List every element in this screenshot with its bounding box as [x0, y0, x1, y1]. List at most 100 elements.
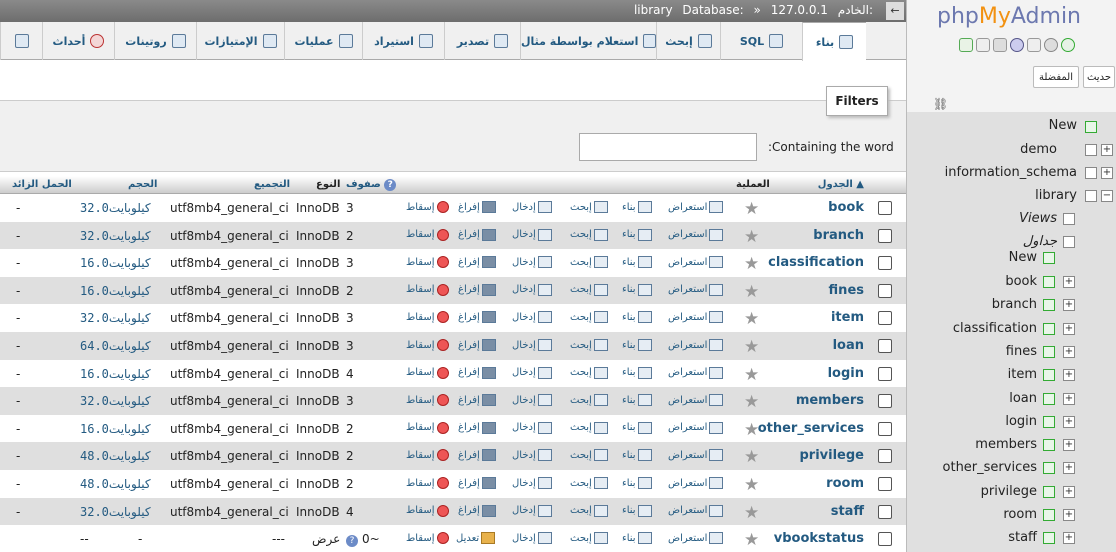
structure-action[interactable]: بناء [622, 504, 652, 517]
filter-input[interactable] [579, 133, 757, 161]
tab-sql[interactable]: SQL [720, 22, 802, 60]
structure-action[interactable]: بناء [622, 201, 652, 213]
drop-action[interactable]: إسقاط [406, 421, 449, 434]
browse-action[interactable]: استعراض [668, 256, 724, 269]
search-action[interactable]: إبحث [570, 394, 608, 407]
search-action[interactable]: إبحث [570, 283, 608, 296]
tree-table-item[interactable]: classification [953, 321, 1037, 336]
structure-action[interactable]: بناء [622, 283, 652, 296]
insert-action[interactable]: إدخال [512, 339, 552, 351]
tab-export[interactable]: تصدير [444, 22, 520, 60]
tree-table-item[interactable]: room [1003, 507, 1037, 522]
insert-action[interactable]: إدخال [512, 532, 552, 545]
expand-icon[interactable]: + [1101, 167, 1113, 179]
structure-action[interactable]: بناء [622, 394, 652, 407]
browse-action[interactable]: استعراض [668, 201, 724, 213]
tree-table-item[interactable]: item [1008, 367, 1037, 382]
insert-action[interactable]: إدخال [512, 256, 552, 269]
favorite-star-icon[interactable]: ★ [744, 199, 759, 219]
drop-action[interactable]: إسقاط [406, 256, 449, 269]
collapse-nav-button[interactable]: ← [886, 2, 904, 20]
tree-db-information-schema[interactable]: information_schema [945, 165, 1077, 180]
row-checkbox[interactable] [878, 256, 892, 271]
expand-icon[interactable]: + [1063, 322, 1075, 335]
gear-icon[interactable] [1044, 38, 1058, 52]
table-name-link[interactable]: fines [829, 283, 864, 298]
expand-icon[interactable]: + [1063, 276, 1075, 288]
favorite-star-icon[interactable]: ★ [744, 337, 759, 357]
insert-action[interactable]: إدخال [512, 201, 552, 213]
search-action[interactable]: إبحث [570, 449, 608, 462]
tab-query[interactable]: استعلام بواسطة مثال [520, 22, 656, 60]
empty-action[interactable]: إفراغ [458, 228, 496, 241]
header-size[interactable]: الحجم [128, 179, 157, 190]
browse-action[interactable]: استعراض [668, 504, 724, 517]
drop-action[interactable]: إسقاط [406, 311, 449, 324]
row-checkbox[interactable] [878, 477, 892, 491]
structure-action[interactable]: بناء [622, 228, 652, 241]
tab-structure[interactable]: بناء [802, 22, 866, 61]
row-checkbox[interactable] [878, 394, 892, 409]
tree-new-db[interactable]: New [1049, 118, 1077, 133]
insert-action[interactable]: إدخال [512, 283, 552, 296]
drop-action[interactable]: إسقاط [406, 504, 449, 517]
favorite-star-icon[interactable]: ★ [744, 282, 759, 302]
search-action[interactable]: إبحث [570, 228, 608, 241]
drop-action[interactable]: إسقاط [406, 201, 449, 213]
expand-icon[interactable]: + [1063, 439, 1075, 452]
expand-icon[interactable]: + [1063, 485, 1075, 498]
search-action[interactable]: إبحث [570, 339, 608, 351]
tree-table-item[interactable]: privilege [981, 484, 1037, 499]
favorites-tab[interactable]: المفضلة [1033, 66, 1079, 88]
tree-tables[interactable]: جداول [1023, 234, 1057, 249]
insert-action[interactable]: إدخال [512, 228, 552, 241]
search-action[interactable]: إبحث [570, 477, 608, 489]
search-action[interactable]: إبحث [570, 201, 608, 213]
table-name-link[interactable]: privilege [800, 448, 865, 463]
header-table[interactable]: الجدول ▲ [818, 179, 864, 190]
table-name-link[interactable]: vbookstatus [774, 531, 864, 546]
table-name-link[interactable]: branch [813, 228, 864, 243]
favorite-star-icon[interactable]: ★ [744, 309, 759, 329]
link-icon[interactable]: ⛓ [933, 97, 948, 111]
table-name-link[interactable]: room [826, 476, 864, 491]
browse-action[interactable]: استعراض [668, 339, 724, 351]
drop-action[interactable]: إسقاط [406, 339, 449, 351]
table-name-link[interactable]: item [831, 310, 864, 325]
empty-action[interactable]: إفراغ [458, 504, 496, 517]
tree-table-item[interactable]: other_services [943, 460, 1037, 475]
drop-action[interactable]: إسقاط [406, 283, 449, 296]
tab-operations[interactable]: عمليات [284, 22, 362, 60]
empty-action[interactable]: إفراغ [458, 201, 496, 213]
expand-icon[interactable]: + [1063, 369, 1075, 382]
expand-icon[interactable]: + [1063, 345, 1075, 358]
row-checkbox[interactable] [878, 504, 892, 519]
browse-action[interactable]: استعراض [668, 394, 724, 407]
tab-triggers[interactable] [0, 22, 42, 60]
db-value[interactable]: library [634, 3, 673, 17]
insert-action[interactable]: إدخال [512, 449, 552, 462]
insert-action[interactable]: إدخال [512, 504, 552, 517]
tree-views[interactable]: Views [1019, 211, 1057, 226]
row-checkbox[interactable] [878, 339, 892, 353]
expand-icon[interactable]: + [1101, 144, 1113, 156]
table-name-link[interactable]: loan [833, 338, 864, 353]
favorite-star-icon[interactable]: ★ [744, 447, 759, 467]
drop-action[interactable]: إسقاط [406, 366, 449, 379]
drop-action[interactable]: إسقاط [406, 449, 449, 462]
insert-action[interactable]: إدخال [512, 366, 552, 379]
favorite-star-icon[interactable]: ★ [744, 503, 759, 523]
browse-action[interactable]: استعراض [668, 449, 724, 462]
empty-action[interactable]: إفراغ [458, 311, 496, 324]
favorite-star-icon[interactable]: ★ [744, 365, 759, 385]
row-checkbox[interactable] [878, 366, 892, 381]
recent-tab[interactable]: حديث [1083, 66, 1115, 88]
insert-action[interactable]: إدخال [512, 311, 552, 324]
tree-table-item[interactable]: login [1005, 414, 1037, 429]
tree-db-demo[interactable]: demo [1020, 142, 1057, 157]
favorite-star-icon[interactable]: ★ [744, 254, 759, 274]
favorite-star-icon[interactable]: ★ [744, 530, 759, 550]
tab-search[interactable]: إبحث [656, 22, 720, 60]
structure-action[interactable]: بناء [622, 421, 652, 434]
expand-icon[interactable]: + [1063, 462, 1075, 475]
